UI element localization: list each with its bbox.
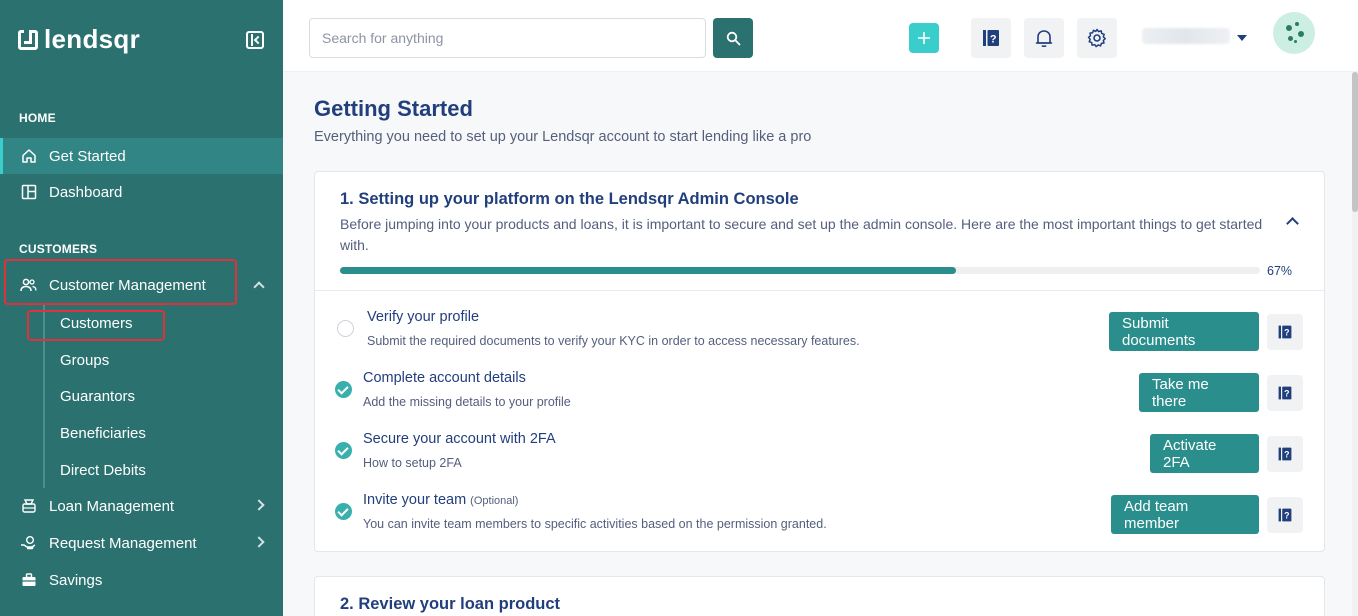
- check-circle-icon: [335, 503, 352, 520]
- add-button[interactable]: [909, 23, 939, 53]
- briefcase-icon: [20, 572, 37, 589]
- sidebar-item-loan-management[interactable]: Loan Management: [0, 488, 283, 524]
- settings-button[interactable]: [1077, 18, 1117, 58]
- card-description: Before jumping into your products and lo…: [340, 216, 1263, 253]
- help-button[interactable]: ?: [971, 18, 1011, 58]
- topbar: ?: [283, 0, 1358, 72]
- chevron-up-icon[interactable]: [1286, 217, 1299, 230]
- chevron-right-icon: [253, 536, 265, 548]
- section-label-customers: CUSTOMERS: [19, 242, 98, 256]
- sidebar-collapse-icon[interactable]: [246, 31, 264, 49]
- highlight-customers: [27, 310, 165, 341]
- task-title: Secure your account with 2FA: [363, 431, 556, 447]
- progress-label: 67%: [1267, 264, 1293, 278]
- loan-product-card[interactable]: 2. Review your loan product: [314, 576, 1325, 616]
- card-title: 2. Review your loan product: [340, 595, 561, 613]
- user-name[interactable]: [1142, 28, 1230, 44]
- help-icon: ?: [1278, 508, 1292, 522]
- notifications-button[interactable]: [1024, 18, 1064, 58]
- svg-text:?: ?: [1284, 511, 1289, 521]
- loan-icon: [20, 498, 37, 515]
- section-label-home: HOME: [19, 111, 56, 125]
- task-help-button[interactable]: ?: [1267, 497, 1303, 533]
- svg-text:?: ?: [1284, 389, 1289, 399]
- progress-bar: [340, 267, 1260, 274]
- logo[interactable]: lendsqr: [18, 24, 140, 55]
- sidebar-item-request-management[interactable]: Request Management: [0, 525, 283, 561]
- task-help-button[interactable]: ?: [1267, 314, 1303, 350]
- help-icon: ?: [1278, 325, 1292, 339]
- sidebar-item-savings[interactable]: Savings: [0, 562, 283, 598]
- avatar[interactable]: [1273, 12, 1315, 54]
- logo-text: lendsqr: [44, 24, 141, 54]
- sidebar-subitem-groups[interactable]: Groups: [60, 352, 109, 369]
- sidebar-subitem-beneficiaries[interactable]: Beneficiaries: [60, 425, 146, 442]
- check-circle-icon: [335, 442, 352, 459]
- sidebar-item-label: Request Management: [49, 534, 197, 552]
- sidebar-item-label: Dashboard: [49, 183, 123, 201]
- sidebar-subitem-direct-debits[interactable]: Direct Debits: [60, 462, 146, 479]
- search-button[interactable]: [713, 18, 753, 58]
- check-circle-icon: [335, 381, 352, 398]
- sidebar: lendsqr HOME Get Started Dashboard CUSTO…: [0, 0, 283, 616]
- task-help-button[interactable]: ?: [1267, 375, 1303, 411]
- highlight-customer-management: [4, 259, 237, 305]
- gear-icon: [1087, 28, 1106, 48]
- task-description: How to setup 2FA: [363, 456, 462, 470]
- svg-text:?: ?: [1284, 450, 1289, 460]
- scrollbar-thumb[interactable]: [1352, 72, 1358, 212]
- page-title: Getting Started: [314, 96, 473, 121]
- task-complete-account: Complete account details Add the missing…: [315, 360, 1324, 416]
- help-icon: ?: [983, 30, 999, 46]
- search-icon: [726, 31, 740, 45]
- task-description: You can invite team members to specific …: [363, 517, 827, 531]
- dashboard-icon: [20, 184, 37, 201]
- help-icon: ?: [1278, 386, 1292, 400]
- home-icon: [20, 148, 37, 165]
- chevron-right-icon: [253, 499, 265, 511]
- chevron-down-icon[interactable]: [1237, 35, 1247, 41]
- sidebar-item-label: Savings: [49, 571, 103, 589]
- page-subtitle: Everything you need to set up your Lends…: [314, 129, 812, 145]
- task-description: Add the missing details to your profile: [363, 395, 571, 409]
- chevron-up-icon: [253, 281, 265, 293]
- request-icon: [20, 535, 37, 552]
- card-title: 1. Setting up your platform on the Lends…: [340, 190, 799, 208]
- search-input[interactable]: [309, 18, 706, 58]
- add-team-member-button[interactable]: Add team member: [1111, 495, 1259, 534]
- logo-icon: [18, 29, 38, 50]
- task-help-button[interactable]: ?: [1267, 436, 1303, 472]
- progress-fill: [340, 267, 957, 274]
- sidebar-item-get-started[interactable]: Get Started: [0, 138, 283, 174]
- sidebar-subitem-guarantors[interactable]: Guarantors: [60, 388, 135, 405]
- unchecked-circle-icon: [337, 320, 354, 337]
- sidebar-item-label: Get Started: [49, 147, 126, 165]
- help-icon: ?: [1278, 447, 1292, 461]
- task-secure-2fa: Secure your account with 2FA How to setu…: [315, 421, 1324, 477]
- task-title: Verify your profile: [367, 309, 480, 325]
- optional-label: (Optional): [470, 495, 519, 507]
- activate-2fa-button[interactable]: Activate 2FA: [1150, 434, 1259, 473]
- plus-icon: [918, 32, 930, 44]
- setup-card: 1. Setting up your platform on the Lends…: [314, 171, 1325, 552]
- task-title: Invite your team (Optional): [363, 492, 519, 508]
- svg-text:?: ?: [1284, 328, 1289, 338]
- task-invite-team: Invite your team (Optional) You can invit…: [315, 482, 1324, 538]
- submit-documents-button[interactable]: Submit documents: [1109, 312, 1259, 351]
- task-description: Submit the required documents to verify …: [367, 334, 860, 348]
- task-verify-profile: Verify your profile Submit the required …: [315, 299, 1324, 355]
- divider: [315, 290, 1324, 291]
- bell-icon: [1035, 30, 1053, 48]
- svg-text:?: ?: [990, 34, 997, 46]
- sidebar-item-dashboard[interactable]: Dashboard: [0, 174, 283, 210]
- scrollbar[interactable]: [1352, 72, 1358, 616]
- sidebar-item-label: Loan Management: [49, 497, 175, 515]
- take-me-there-button[interactable]: Take me there: [1139, 373, 1259, 412]
- task-title: Complete account details: [363, 370, 526, 386]
